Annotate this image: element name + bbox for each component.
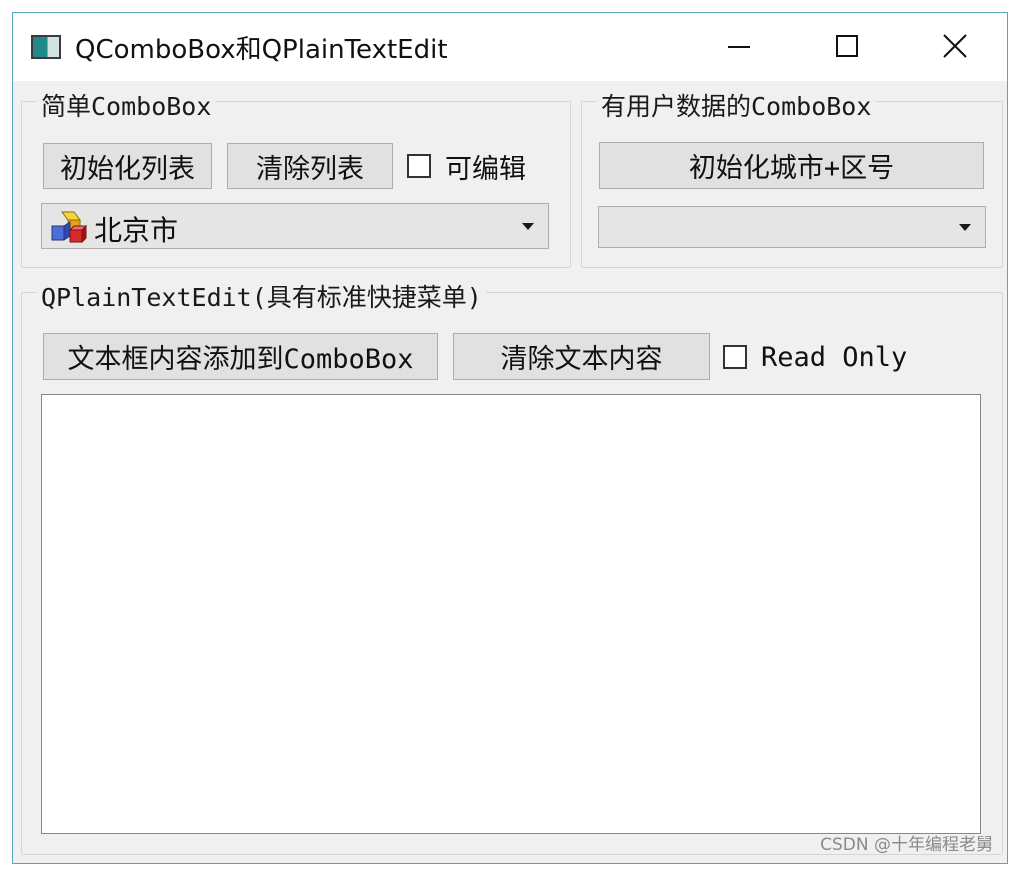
- plaintextedit-group-title: QPlainTextEdit(具有标准快捷菜单): [37, 278, 486, 314]
- userdata-combobox[interactable]: [598, 206, 986, 248]
- readonly-checkbox-box[interactable]: [723, 345, 747, 369]
- add-to-combobox-button[interactable]: 文本框内容添加到ComboBox: [43, 333, 438, 380]
- simple-combobox-group-title: 简单ComboBox: [37, 87, 216, 123]
- simple-combobox[interactable]: 北京市: [41, 203, 549, 249]
- editable-checkbox[interactable]: 可编辑: [407, 149, 526, 185]
- maximize-button[interactable]: [823, 27, 871, 67]
- main-window: QComboBox和QPlainTextEdit 简单ComboBox 初始化列…: [12, 12, 1008, 864]
- maximize-icon: [836, 35, 858, 57]
- window-title: QComboBox和QPlainTextEdit: [75, 35, 448, 65]
- watermark: CSDN @十年编程老舅: [820, 835, 993, 855]
- clear-text-button[interactable]: 清除文本内容: [453, 333, 710, 380]
- plain-text-edit[interactable]: [41, 394, 981, 834]
- minimize-icon: [728, 46, 750, 48]
- title-bar[interactable]: QComboBox和QPlainTextEdit: [13, 13, 1007, 81]
- init-city-code-button[interactable]: 初始化城市+区号: [599, 142, 984, 189]
- readonly-checkbox-label: Read Only: [761, 341, 908, 373]
- chevron-down-icon[interactable]: [959, 224, 971, 231]
- editable-checkbox-label: 可编辑: [445, 153, 526, 185]
- colored-blocks-icon: [51, 211, 88, 244]
- editable-checkbox-box[interactable]: [407, 154, 431, 178]
- chevron-down-icon[interactable]: [522, 223, 534, 230]
- init-list-button[interactable]: 初始化列表: [43, 143, 212, 189]
- userdata-combobox-group-title: 有用户数据的ComboBox: [597, 87, 876, 123]
- close-button[interactable]: [931, 27, 979, 67]
- simple-combobox-value: 北京市: [94, 214, 179, 247]
- close-icon: [943, 34, 967, 58]
- clear-list-button[interactable]: 清除列表: [227, 143, 393, 189]
- readonly-checkbox[interactable]: Read Only: [723, 340, 907, 374]
- minimize-button[interactable]: [715, 27, 763, 67]
- app-icon: [31, 35, 61, 59]
